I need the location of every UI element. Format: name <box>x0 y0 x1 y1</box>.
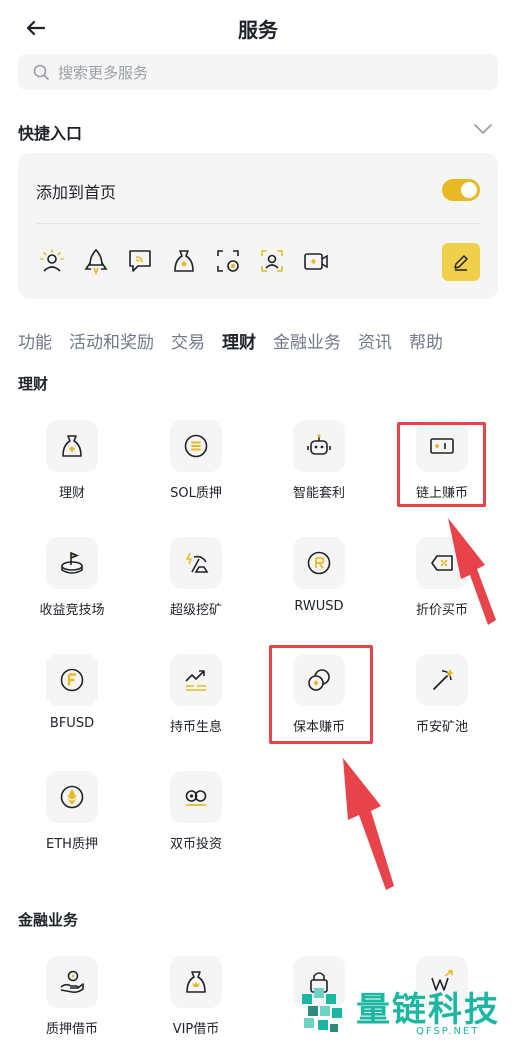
tile-label: 收益竞技场 <box>39 603 105 618</box>
service-tile-discount-buy[interactable]: 折价买币 <box>382 537 502 637</box>
eth-coin-icon <box>60 785 84 809</box>
watermark-logo-icon <box>302 988 342 1032</box>
watermark: 量链科技 QFSP.NET <box>296 978 516 1047</box>
tile-icon-box <box>416 537 468 589</box>
service-tile-eth-staking[interactable]: ETH质押 <box>12 771 132 871</box>
tile-label: 持币生息 <box>169 720 222 735</box>
scan-user-icon[interactable] <box>258 247 286 275</box>
pickaxe-icon <box>433 669 454 690</box>
tile-label: 折价买币 <box>415 603 468 618</box>
service-tile-yield-arena[interactable]: 收益竞技场 <box>12 537 132 637</box>
highlight-box-onchain-earn <box>397 422 486 507</box>
quick-entry-title: 快捷入口 <box>18 124 83 143</box>
robot-icon <box>307 434 331 455</box>
tile-icon-box <box>170 654 222 706</box>
service-tile-licai[interactable]: 理财 <box>12 420 132 520</box>
header: 服务 <box>0 0 516 54</box>
tile-label: SOL质押 <box>170 486 222 501</box>
add-to-home-label: 添加到首页 <box>36 183 117 202</box>
tile-label: 币安矿池 <box>415 720 468 735</box>
service-tile-dual-investment[interactable]: 双币投资 <box>136 771 256 871</box>
rocket-icon[interactable] <box>82 247 110 275</box>
tab-help[interactable]: 帮助 <box>409 328 443 353</box>
section-title-finance: 金融业务 <box>18 911 79 929</box>
service-tile-super-mining[interactable]: 超级挖矿 <box>136 537 256 637</box>
search-placeholder: 搜索更多服务 <box>58 64 149 82</box>
tile-icon-box <box>46 956 98 1008</box>
red-arrow-to-principal-protected <box>343 758 394 890</box>
sol-coin-icon <box>184 434 208 458</box>
discount-tag-icon <box>431 555 453 571</box>
service-tile-sol-staking[interactable]: SOL质押 <box>136 420 256 520</box>
tile-label: BFUSD <box>49 716 95 731</box>
service-tile-hold-interest[interactable]: 持币生息 <box>136 654 256 754</box>
scan-coin-icon[interactable] <box>214 247 242 275</box>
money-bag-icon <box>62 435 82 457</box>
tile-icon-box <box>170 420 222 472</box>
tile-label: 智能套利 <box>292 486 345 501</box>
trend-up-icon <box>185 670 206 691</box>
tab-activities-rewards[interactable]: 活动和奖励 <box>69 328 154 353</box>
service-tile-pledge-loan[interactable]: 质押借币 <box>12 956 132 1047</box>
quick-entry-card: 添加到首页 <box>18 153 498 299</box>
section-title-earn: 理财 <box>18 375 49 393</box>
tile-icon-box <box>416 654 468 706</box>
search-input[interactable]: 搜索更多服务 <box>18 54 498 90</box>
chevron-down-icon[interactable] <box>472 120 494 138</box>
super-mining-icon <box>186 552 209 573</box>
tile-label: 质押借币 <box>45 1022 98 1037</box>
tile-label: ETH质押 <box>46 837 98 852</box>
category-tabs: 功能 活动和奖励 交易 理财 金融业务 资讯 帮助 <box>18 328 516 354</box>
service-tile-bfusd[interactable]: BFUSD <box>12 654 132 754</box>
tile-label: 双币投资 <box>169 837 222 852</box>
broadcast-message-icon[interactable] <box>126 247 154 275</box>
tile-icon-box <box>293 420 345 472</box>
service-tile-binance-pool[interactable]: 币安矿池 <box>382 654 502 754</box>
add-to-home-toggle[interactable] <box>442 179 480 201</box>
highlight-box-principal-protected <box>269 645 373 744</box>
tile-icon-box <box>46 654 98 706</box>
tab-earn[interactable]: 理财 <box>222 328 256 353</box>
tile-icon-box <box>46 537 98 589</box>
page-title: 服务 <box>238 18 278 42</box>
divider <box>36 223 480 224</box>
tile-label: 超级挖矿 <box>169 603 222 618</box>
watermark-subtext: QFSP.NET <box>416 1026 480 1037</box>
tab-news[interactable]: 资讯 <box>358 328 392 353</box>
dual-coin-icon <box>185 790 207 806</box>
watermark-text: 量链科技 <box>356 990 500 1030</box>
tile-label: RWUSD <box>294 599 344 614</box>
tile-icon-box <box>46 771 98 823</box>
service-tile-vip-loan[interactable]: VIP借币 <box>136 956 256 1047</box>
tile-icon-box <box>46 420 98 472</box>
tile-label: 理财 <box>58 486 85 501</box>
tile-icon-box <box>170 956 222 1008</box>
tile-icon-box <box>293 537 345 589</box>
search-icon <box>33 64 49 80</box>
toggle-knob <box>461 182 477 198</box>
tile-label: VIP借币 <box>172 1022 220 1037</box>
bfusd-coin-icon <box>60 668 84 692</box>
tile-icon-box <box>170 537 222 589</box>
video-card-icon[interactable] <box>302 247 330 275</box>
tab-finance[interactable]: 金融业务 <box>273 328 341 353</box>
service-tile-smart-arbitrage[interactable]: 智能套利 <box>259 420 379 520</box>
tab-features[interactable]: 功能 <box>18 328 52 353</box>
pledge-hand-icon <box>60 970 84 993</box>
rwusd-coin-icon <box>307 551 331 575</box>
tile-icon-box <box>170 771 222 823</box>
pencil-icon <box>454 255 468 271</box>
tab-trade[interactable]: 交易 <box>171 328 205 353</box>
edit-button[interactable] <box>442 243 480 281</box>
sun-person-icon[interactable] <box>38 247 66 275</box>
vip-bag-icon <box>186 971 206 993</box>
service-tile-rwusd[interactable]: RWUSD <box>259 537 379 637</box>
money-bag-icon[interactable] <box>170 247 198 275</box>
arena-flag-icon <box>61 551 83 574</box>
